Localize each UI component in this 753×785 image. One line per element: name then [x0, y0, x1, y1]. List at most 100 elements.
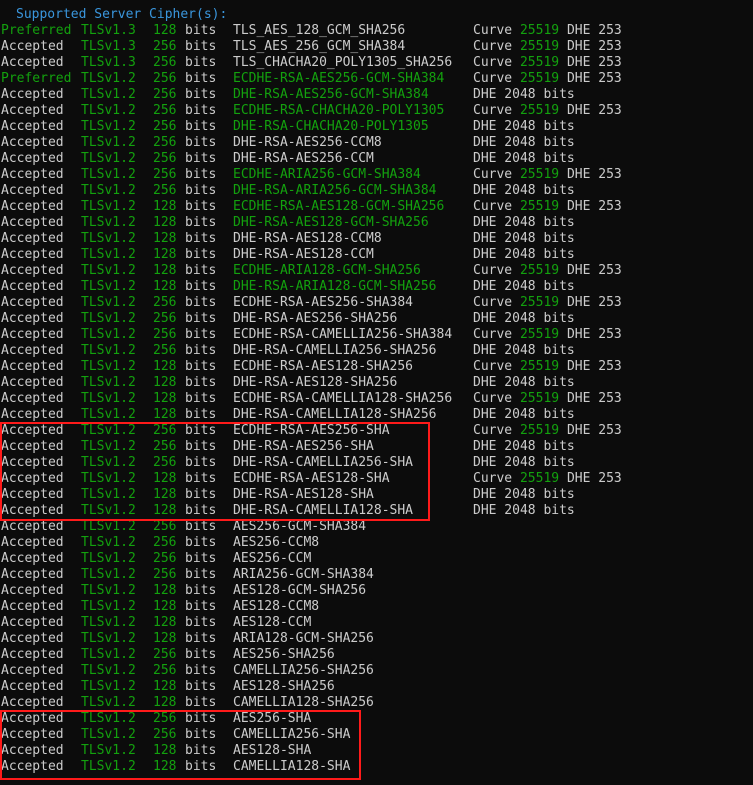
- cipher-protocol: TLSv1.2: [81, 487, 136, 502]
- cipher-bits-unit: bits: [185, 263, 217, 278]
- cipher-status: Accepted: [1, 535, 64, 550]
- cipher-bits: 128: [153, 263, 177, 278]
- cipher-bits-unit: bits: [185, 695, 217, 710]
- cipher-name: ECDHE-ARIA256-GCM-SHA384: [233, 167, 421, 182]
- cipher-bits: 128: [153, 471, 177, 486]
- cipher-bits-unit: bits: [185, 727, 217, 742]
- cipher-status: Accepted: [1, 199, 64, 214]
- cipher-bits-unit: bits: [185, 327, 217, 342]
- cipher-protocol: TLSv1.2: [81, 519, 136, 534]
- cipher-status: Accepted: [1, 247, 64, 262]
- terminal-output: Supported Server Cipher(s): Preferred TLS…: [1, 7, 753, 775]
- cipher-name: DHE-RSA-AES256-CCM8: [233, 135, 382, 150]
- cipher-row: Accepted TLSv1.2 128 bits DHE-RSA-AES128-SHA…: [1, 375, 753, 391]
- cipher-protocol: TLSv1.2: [81, 423, 136, 438]
- cipher-row: Accepted TLSv1.2 128 bits DHE-RSA-AES128-CCM…: [1, 231, 753, 247]
- cipher-name: DHE-RSA-AES128-SHA: [233, 487, 374, 502]
- cipher-row: Accepted TLSv1.2 256 bits DHE-RSA-AES256-CCM…: [1, 135, 753, 151]
- cipher-name: DHE-RSA-CHACHA20-POLY1305: [233, 119, 429, 134]
- section-heading: Supported Server Cipher(s):: [16, 7, 228, 22]
- cipher-status: Accepted: [1, 151, 64, 166]
- cipher-bits-unit: bits: [185, 679, 217, 694]
- cipher-status: Accepted: [1, 503, 64, 518]
- cipher-bits: 256: [153, 343, 177, 358]
- key-exchange-label: Curve: [473, 39, 513, 54]
- cipher-row: Accepted TLSv1.2 256 bits DHE-RSA-CAMELLIA25…: [1, 343, 753, 359]
- cipher-row: Accepted TLSv1.2 128 bits AES128-SHA256: [1, 679, 753, 695]
- cipher-bits-unit: bits: [185, 103, 217, 118]
- cipher-name: DHE-RSA-AES128-GCM-SHA256: [233, 215, 429, 230]
- cipher-name: AES256-SHA256: [233, 647, 335, 662]
- cipher-bits-unit: bits: [185, 439, 217, 454]
- key-exchange-curve: 25519: [519, 327, 560, 342]
- cipher-bits-unit: bits: [185, 39, 217, 54]
- cipher-name: ECDHE-RSA-AES256-GCM-SHA384: [233, 71, 445, 86]
- cipher-status: Accepted: [1, 695, 64, 710]
- cipher-status: Accepted: [1, 103, 64, 118]
- key-exchange: Curve 25519 DHE 253: [473, 391, 622, 407]
- cipher-protocol: TLSv1.2: [81, 727, 136, 742]
- cipher-name: ECDHE-RSA-AES128-SHA256: [233, 359, 414, 374]
- cipher-row: Accepted TLSv1.2 128 bits AES128-CCM8: [1, 599, 753, 615]
- cipher-bits-unit: bits: [185, 279, 217, 294]
- cipher-protocol: TLSv1.3: [81, 23, 136, 38]
- cipher-protocol: TLSv1.2: [81, 663, 136, 678]
- key-exchange: DHE 2048 bits: [473, 439, 575, 454]
- key-exchange-dhe: DHE 253: [566, 471, 622, 486]
- cipher-status: Accepted: [1, 279, 64, 294]
- section-heading-line: Supported Server Cipher(s):: [1, 7, 753, 23]
- cipher-bits: 256: [153, 103, 177, 118]
- cipher-row: Accepted TLSv1.3 256 bits TLS_AES_256_GCM_SH…: [1, 39, 753, 55]
- cipher-bits-unit: bits: [185, 567, 217, 582]
- cipher-row: Accepted TLSv1.2 128 bits AES128-CCM: [1, 615, 753, 631]
- cipher-row: Accepted TLSv1.2 128 bits ECDHE-RSA-AES128-S…: [1, 471, 753, 487]
- key-exchange-dhe: DHE 253: [566, 23, 622, 38]
- key-exchange-curve: 25519: [519, 71, 560, 86]
- key-exchange-label: Curve: [473, 327, 513, 342]
- cipher-protocol: TLSv1.2: [81, 135, 136, 150]
- cipher-row: Accepted TLSv1.2 128 bits DHE-RSA-AES128-GCM…: [1, 215, 753, 231]
- cipher-name: ECDHE-RSA-CHACHA20-POLY1305: [233, 103, 445, 118]
- cipher-protocol: TLSv1.2: [81, 167, 136, 182]
- cipher-bits: 128: [153, 487, 177, 502]
- cipher-bits-unit: bits: [185, 119, 217, 134]
- cipher-status: Accepted: [1, 295, 64, 310]
- cipher-row: Accepted TLSv1.2 256 bits DHE-RSA-AES256-GCM…: [1, 87, 753, 103]
- cipher-bits-unit: bits: [185, 359, 217, 374]
- cipher-bits-unit: bits: [185, 759, 217, 774]
- cipher-status: Accepted: [1, 615, 64, 630]
- key-exchange-label: Curve: [473, 71, 513, 86]
- cipher-protocol: TLSv1.2: [81, 583, 136, 598]
- key-exchange-curve: 25519: [519, 263, 560, 278]
- cipher-protocol: TLSv1.2: [81, 551, 136, 566]
- cipher-name: DHE-RSA-AES256-SHA256: [233, 311, 398, 326]
- key-exchange-curve: 25519: [519, 23, 560, 38]
- cipher-protocol: TLSv1.2: [81, 183, 136, 198]
- cipher-bits: 128: [153, 247, 177, 262]
- cipher-bits: 256: [153, 567, 177, 582]
- key-exchange-curve: 25519: [519, 423, 560, 438]
- cipher-protocol: TLSv1.2: [81, 599, 136, 614]
- cipher-row: Accepted TLSv1.2 256 bits AES256-GCM-SHA384: [1, 519, 753, 535]
- cipher-status: Accepted: [1, 39, 64, 54]
- cipher-name: AES256-CCM: [233, 551, 312, 566]
- cipher-name: ECDHE-RSA-AES128-GCM-SHA256: [233, 199, 445, 214]
- cipher-name: AES256-SHA: [233, 711, 312, 726]
- cipher-status: Accepted: [1, 583, 64, 598]
- cipher-name: DHE-RSA-AES128-SHA256: [233, 375, 398, 390]
- key-exchange: DHE 2048 bits: [473, 407, 575, 422]
- cipher-bits: 128: [153, 695, 177, 710]
- cipher-protocol: TLSv1.2: [81, 759, 136, 774]
- cipher-status: Accepted: [1, 567, 64, 582]
- cipher-bits-unit: bits: [185, 343, 217, 358]
- cipher-bits: 128: [153, 375, 177, 390]
- cipher-name: DHE-RSA-ARIA128-GCM-SHA256: [233, 279, 437, 294]
- cipher-protocol: TLSv1.2: [81, 471, 136, 486]
- key-exchange: DHE 2048 bits: [473, 151, 575, 166]
- key-exchange: Curve 25519 DHE 253: [473, 423, 622, 439]
- cipher-row: Accepted TLSv1.2 128 bits ARIA128-GCM-SHA256: [1, 631, 753, 647]
- key-exchange-curve: 25519: [519, 167, 560, 182]
- cipher-status: Accepted: [1, 55, 64, 70]
- cipher-status: Accepted: [1, 519, 64, 534]
- cipher-protocol: TLSv1.2: [81, 679, 136, 694]
